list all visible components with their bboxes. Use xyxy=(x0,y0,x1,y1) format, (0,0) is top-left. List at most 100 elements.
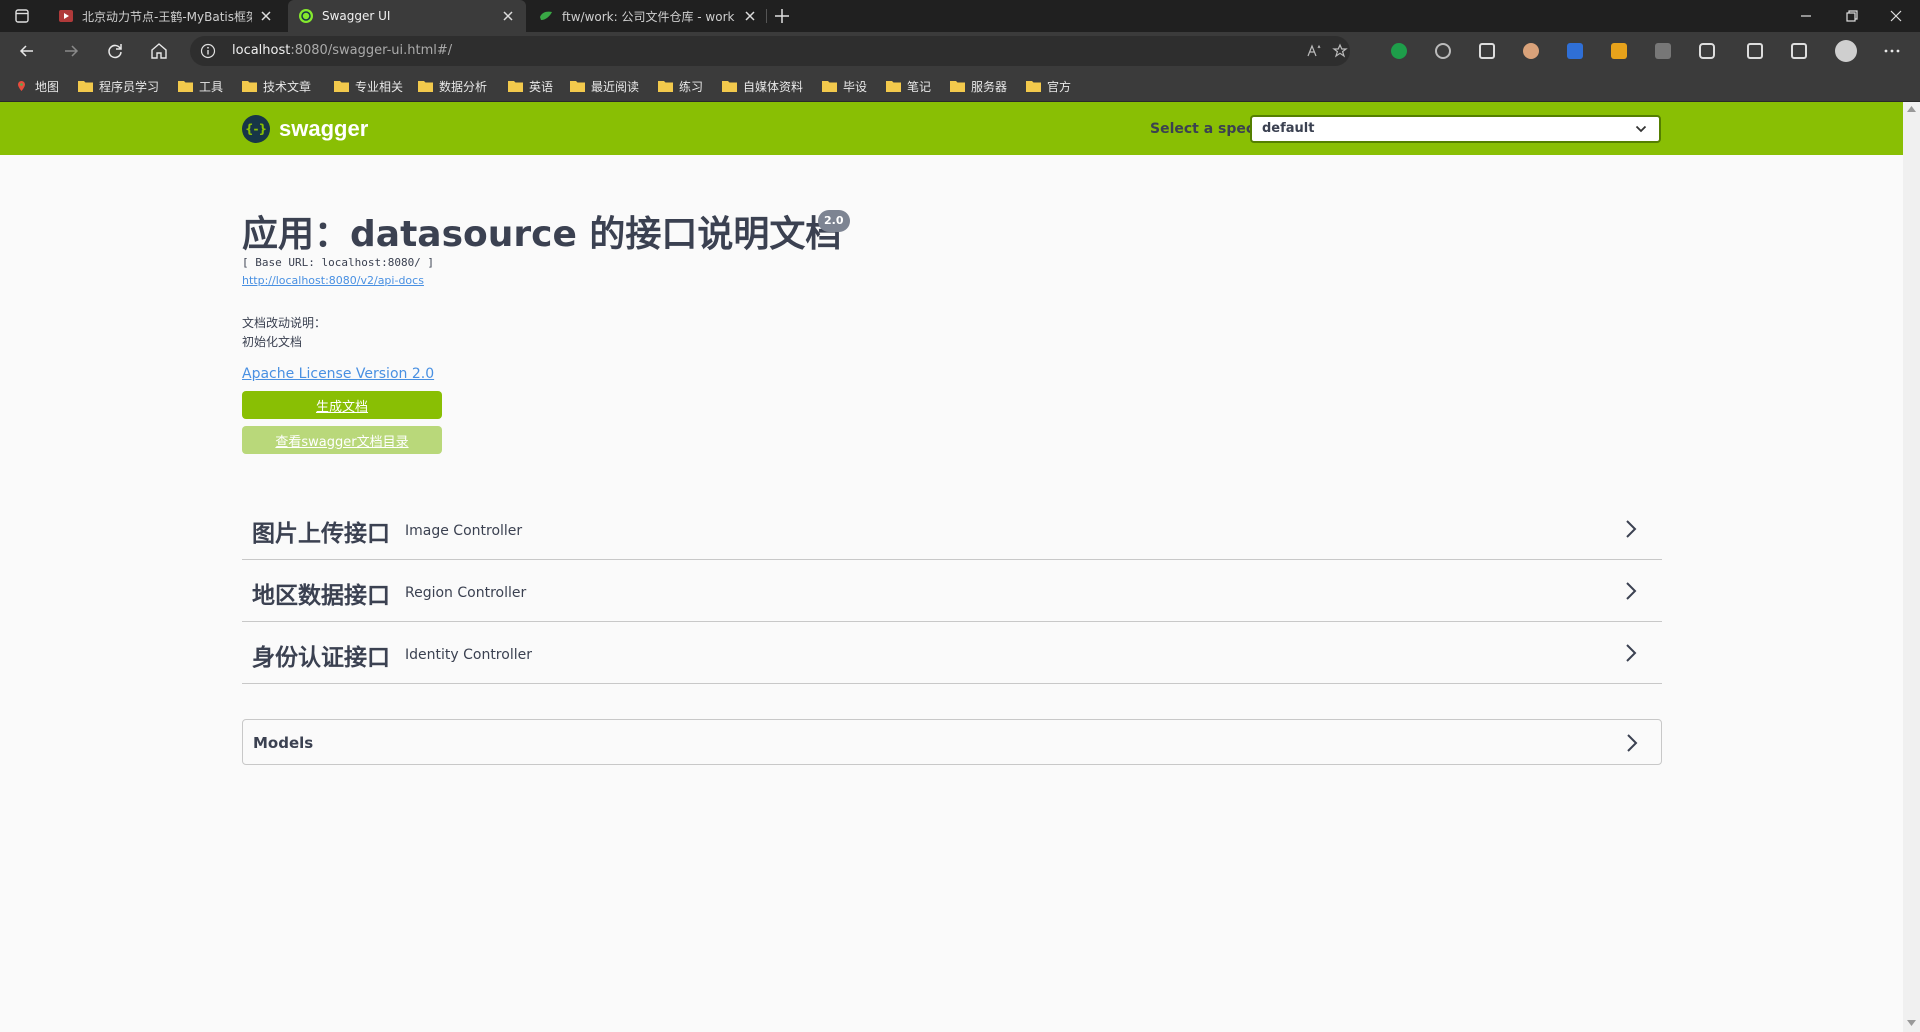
read-aloud-icon[interactable] xyxy=(1306,43,1322,59)
bookmark-folder[interactable]: 工具 xyxy=(178,78,223,94)
swagger-logo[interactable]: {-} swagger xyxy=(242,115,368,143)
spec-select-dropdown[interactable]: default xyxy=(1250,115,1661,143)
controller-description: Identity Controller xyxy=(405,647,532,663)
bookmark-folder[interactable]: 自媒体资料 xyxy=(722,78,803,94)
workspaces-icon[interactable] xyxy=(1791,43,1807,59)
tab-actions-menu-icon[interactable] xyxy=(14,8,30,24)
license-link[interactable]: Apache License Version 2.0 xyxy=(242,366,434,382)
bookmark-folder[interactable]: 技术文章 xyxy=(242,78,311,94)
bookmark-folder[interactable]: 英语 xyxy=(508,78,553,94)
collections-icon[interactable] xyxy=(1747,43,1763,59)
folder-icon xyxy=(570,81,585,92)
bookmark-label: 最近阅读 xyxy=(591,79,640,94)
folder-icon xyxy=(508,81,523,92)
folder-icon xyxy=(1026,81,1041,92)
bookmark-folder[interactable]: 官方 xyxy=(1026,78,1071,94)
favorite-star-icon[interactable] xyxy=(1332,43,1348,59)
folder-icon xyxy=(242,81,257,92)
close-window-icon[interactable] xyxy=(1886,6,1906,26)
bookmark-label: 专业相关 xyxy=(355,79,404,94)
api-docs-link[interactable]: http://localhost:8080/v2/api-docs xyxy=(242,274,424,287)
models-section[interactable]: Models xyxy=(242,719,1662,765)
bookmark-folder[interactable]: 数据分析 xyxy=(418,78,487,94)
swagger-logo-icon: {-} xyxy=(242,115,270,143)
chevron-right-icon[interactable] xyxy=(1624,642,1638,664)
controller-section-image[interactable]: 图片上传接口 Image Controller xyxy=(242,498,1662,560)
minimize-icon[interactable] xyxy=(1796,6,1816,26)
bookmark-label: 官方 xyxy=(1047,79,1072,94)
folder-icon xyxy=(658,81,673,92)
bookmark-folder[interactable]: 毕设 xyxy=(822,78,867,94)
browser-tab-strip: 北京动力节点-王鹤-MyBatis框架 Swagger UI ftw/work:… xyxy=(0,0,1920,32)
controller-name: 地区数据接口 xyxy=(252,583,390,609)
bookmark-folder[interactable]: 最近阅读 xyxy=(570,78,639,94)
new-tab-icon[interactable] xyxy=(772,6,792,26)
api-title: 应用：datasource 的接口说明文档 xyxy=(242,214,842,255)
view-swagger-docs-button[interactable]: 查看swagger文档目录 xyxy=(242,426,442,454)
extensions-icon[interactable] xyxy=(1699,43,1715,59)
bookmark-folder[interactable]: 笔记 xyxy=(886,78,931,94)
bookmark-label: 程序员学习 xyxy=(99,79,160,94)
close-tab-icon[interactable] xyxy=(258,8,274,24)
folder-icon xyxy=(950,81,965,92)
site-info-icon[interactable] xyxy=(200,43,216,59)
bookmark-folder[interactable]: 程序员学习 xyxy=(78,78,159,94)
map-pin-icon xyxy=(18,81,25,91)
folder-icon xyxy=(722,81,737,92)
folder-icon xyxy=(334,81,349,92)
more-options-icon[interactable] xyxy=(1882,41,1902,61)
folder-icon xyxy=(822,81,837,92)
chevron-right-icon[interactable] xyxy=(1625,732,1639,754)
page-scrollbar[interactable] xyxy=(1903,102,1920,1032)
profile-avatar-icon[interactable] xyxy=(1835,40,1857,62)
chevron-down-icon xyxy=(1635,125,1647,133)
avatar-extension-icon[interactable] xyxy=(1523,43,1539,59)
refresh-icon[interactable] xyxy=(105,41,125,61)
forward-icon[interactable] xyxy=(61,41,81,61)
version-badge: 2.0 xyxy=(818,210,850,232)
scroll-down-arrow-icon[interactable] xyxy=(1907,1020,1916,1026)
url-text: localhost:8080/swagger-ui.html#/ xyxy=(232,43,452,58)
controller-description: Image Controller xyxy=(405,523,523,539)
models-title: Models xyxy=(253,734,314,752)
bookmark-label: 笔记 xyxy=(907,79,932,94)
tab-swagger-ui[interactable]: Swagger UI xyxy=(288,0,526,32)
folder-icon xyxy=(178,81,193,92)
gitee-favicon-icon xyxy=(540,11,552,20)
controller-section-identity[interactable]: 身份认证接口 Identity Controller xyxy=(242,622,1662,684)
puzzle-extension-icon[interactable] xyxy=(1655,43,1671,59)
address-bar[interactable]: localhost:8080/swagger-ui.html#/ xyxy=(190,36,1350,66)
close-tab-icon[interactable] xyxy=(500,8,516,24)
scroll-up-arrow-icon[interactable] xyxy=(1907,106,1916,112)
tab-title: Swagger UI xyxy=(322,9,391,23)
translate-alt-extension-icon[interactable] xyxy=(1611,43,1627,59)
generate-docs-button[interactable]: 生成文档 xyxy=(242,391,442,419)
back-icon[interactable] xyxy=(17,41,37,61)
chevron-right-icon[interactable] xyxy=(1624,580,1638,602)
api-description: 文档改动说明： 初始化文档 xyxy=(242,314,326,352)
browser-toolbar: localhost:8080/swagger-ui.html#/ xyxy=(0,32,1920,70)
swagger-topbar: {-} swagger Select a spec default xyxy=(0,102,1903,155)
infinity-extension-icon[interactable] xyxy=(1435,43,1451,59)
bookmark-map[interactable]: 地图 xyxy=(14,78,59,94)
vue-devtools-extension-icon[interactable] xyxy=(1391,43,1407,59)
controller-section-region[interactable]: 地区数据接口 Region Controller xyxy=(242,560,1662,622)
chevron-right-icon[interactable] xyxy=(1624,518,1638,540)
tab-mybatis[interactable]: 北京动力节点-王鹤-MyBatis框架 xyxy=(48,0,284,32)
bookmark-folder[interactable]: 服务器 xyxy=(950,78,1007,94)
bookmark-label: 练习 xyxy=(679,79,704,94)
bookmark-folder[interactable]: 专业相关 xyxy=(334,78,403,94)
folder-icon xyxy=(418,81,433,92)
tab-gitee-work[interactable]: ftw/work: 公司文件仓库 - work - xyxy=(528,0,768,32)
bookmark-label: 地图 xyxy=(35,79,60,94)
screenshot-extension-icon[interactable] xyxy=(1479,43,1495,59)
bookmark-label: 数据分析 xyxy=(439,79,488,94)
close-tab-icon[interactable] xyxy=(742,8,758,24)
bookmark-folder[interactable]: 练习 xyxy=(658,78,703,94)
restore-icon[interactable] xyxy=(1842,6,1862,26)
translate-extension-icon[interactable] xyxy=(1567,43,1583,59)
bookmarks-bar: 地图 程序员学习 工具 技术文章 专业相关 数据分析 英语 最近阅读 练习 自媒… xyxy=(0,70,1920,102)
controller-description: Region Controller xyxy=(405,585,527,601)
swagger-logo-text: swagger xyxy=(279,116,369,141)
home-icon[interactable] xyxy=(149,41,169,61)
